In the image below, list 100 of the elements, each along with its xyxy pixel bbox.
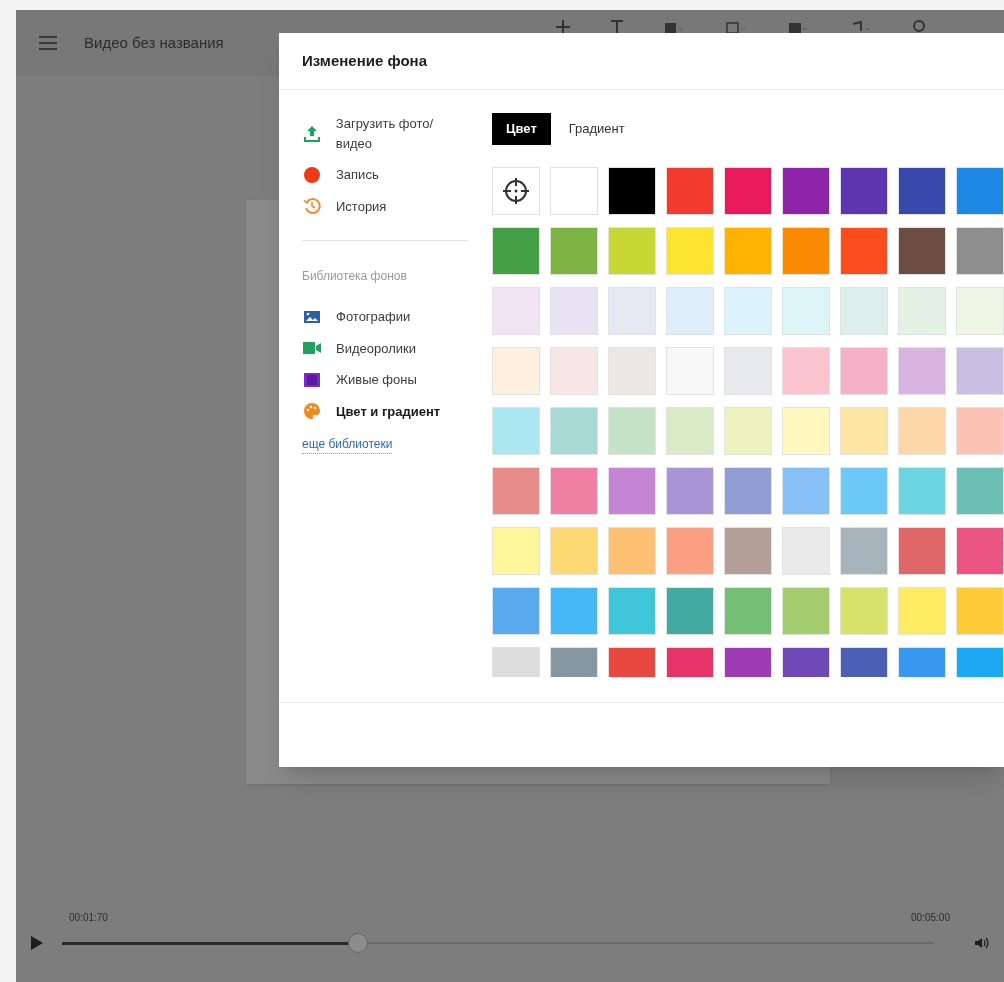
- color-swatch[interactable]: [898, 587, 946, 635]
- color-swatch[interactable]: [782, 287, 830, 335]
- color-swatch[interactable]: [724, 527, 772, 575]
- color-swatch[interactable]: [898, 167, 946, 215]
- color-swatch[interactable]: [666, 347, 714, 395]
- color-swatch[interactable]: [782, 587, 830, 635]
- film-icon: [303, 371, 321, 388]
- color-swatch[interactable]: [550, 407, 598, 455]
- current-time: 00:01:70: [69, 911, 108, 925]
- color-swatch[interactable]: [840, 407, 888, 455]
- progress-track[interactable]: [62, 933, 934, 953]
- color-swatch[interactable]: [898, 527, 946, 575]
- color-swatch[interactable]: [840, 227, 888, 275]
- color-swatch[interactable]: [898, 407, 946, 455]
- color-swatch[interactable]: [840, 527, 888, 575]
- color-swatch[interactable]: [666, 587, 714, 635]
- color-swatch[interactable]: [666, 287, 714, 335]
- color-swatch[interactable]: [666, 167, 714, 215]
- color-swatch[interactable]: [724, 467, 772, 515]
- color-swatch[interactable]: [550, 287, 598, 335]
- color-swatch[interactable]: [724, 227, 772, 275]
- color-swatch[interactable]: [840, 467, 888, 515]
- library-item[interactable]: Живые фоны: [302, 370, 468, 390]
- color-swatch[interactable]: [724, 347, 772, 395]
- color-swatch[interactable]: [492, 467, 540, 515]
- music-dropdown-icon[interactable]: [850, 20, 872, 33]
- color-swatch[interactable]: [840, 167, 888, 215]
- text-icon[interactable]: [610, 20, 624, 33]
- color-swatch[interactable]: [608, 527, 656, 575]
- source-item[interactable]: Загрузить фото/видео: [302, 114, 468, 153]
- color-swatch[interactable]: [724, 287, 772, 335]
- color-swatch[interactable]: [782, 407, 830, 455]
- color-swatch[interactable]: [608, 407, 656, 455]
- color-swatch[interactable]: [956, 587, 1004, 635]
- library-item[interactable]: Цвет и градиент: [302, 401, 468, 421]
- color-swatch[interactable]: [724, 587, 772, 635]
- search-icon[interactable]: [912, 20, 926, 33]
- color-swatch[interactable]: [492, 287, 540, 335]
- color-swatch[interactable]: [840, 347, 888, 395]
- color-swatch[interactable]: [492, 227, 540, 275]
- color-swatch[interactable]: [782, 467, 830, 515]
- color-swatch[interactable]: [492, 407, 540, 455]
- color-swatch[interactable]: [550, 467, 598, 515]
- color-swatch[interactable]: [956, 407, 1004, 455]
- image-dropdown-icon[interactable]: [726, 20, 748, 33]
- color-swatch[interactable]: [492, 347, 540, 395]
- color-swatch[interactable]: [666, 527, 714, 575]
- library-item[interactable]: Видеоролики: [302, 338, 468, 358]
- color-swatch[interactable]: [550, 347, 598, 395]
- color-swatch[interactable]: [608, 467, 656, 515]
- color-swatch[interactable]: [782, 347, 830, 395]
- video-title: Видео без названия: [84, 32, 224, 53]
- color-swatch[interactable]: [956, 167, 1004, 215]
- more-libraries-link[interactable]: еще библиотеки: [302, 435, 393, 454]
- menu-icon[interactable]: [38, 35, 58, 51]
- history-icon: [303, 197, 321, 216]
- color-swatch[interactable]: [898, 467, 946, 515]
- color-swatch[interactable]: [608, 347, 656, 395]
- progress-thumb[interactable]: [348, 933, 369, 953]
- color-swatch[interactable]: [782, 167, 830, 215]
- color-swatch[interactable]: [608, 287, 656, 335]
- color-swatch[interactable]: [666, 407, 714, 455]
- color-swatch[interactable]: [956, 527, 1004, 575]
- color-swatch[interactable]: [550, 527, 598, 575]
- color-swatch[interactable]: [492, 527, 540, 575]
- block-dropdown-icon[interactable]: [664, 20, 686, 33]
- color-swatch[interactable]: [956, 347, 1004, 395]
- color-swatch[interactable]: [550, 587, 598, 635]
- color-swatch[interactable]: [492, 587, 540, 635]
- color-swatch[interactable]: [666, 467, 714, 515]
- color-swatch[interactable]: [956, 227, 1004, 275]
- play-icon[interactable]: [30, 935, 44, 951]
- color-swatch[interactable]: [898, 287, 946, 335]
- color-swatch[interactable]: [666, 227, 714, 275]
- tab[interactable]: Цвет: [492, 113, 551, 145]
- color-swatch[interactable]: [608, 167, 656, 215]
- color-swatch[interactable]: [782, 527, 830, 575]
- color-swatch[interactable]: [550, 167, 598, 215]
- video-camera-icon: [302, 341, 322, 356]
- color-swatch[interactable]: [550, 227, 598, 275]
- add-icon[interactable]: [556, 20, 570, 33]
- color-swatch[interactable]: [608, 227, 656, 275]
- volume-icon[interactable]: [974, 936, 990, 950]
- color-swatch[interactable]: [956, 287, 1004, 335]
- color-swatch[interactable]: [956, 467, 1004, 515]
- color-swatch[interactable]: [608, 587, 656, 635]
- palette-icon: [303, 402, 321, 421]
- color-swatch[interactable]: [840, 587, 888, 635]
- source-item[interactable]: Запись: [302, 165, 468, 185]
- color-swatch[interactable]: [898, 347, 946, 395]
- color-picker-button[interactable]: [492, 167, 540, 215]
- section-heading: Библиотека фонов: [302, 268, 408, 285]
- library-item[interactable]: Фотографии: [302, 307, 468, 327]
- color-swatch[interactable]: [840, 287, 888, 335]
- color-swatch[interactable]: [898, 227, 946, 275]
- color-swatch[interactable]: [782, 227, 830, 275]
- source-item[interactable]: История: [302, 196, 468, 216]
- color-swatch[interactable]: [724, 167, 772, 215]
- color-swatch[interactable]: [724, 407, 772, 455]
- film-dropdown-icon[interactable]: [788, 20, 810, 33]
